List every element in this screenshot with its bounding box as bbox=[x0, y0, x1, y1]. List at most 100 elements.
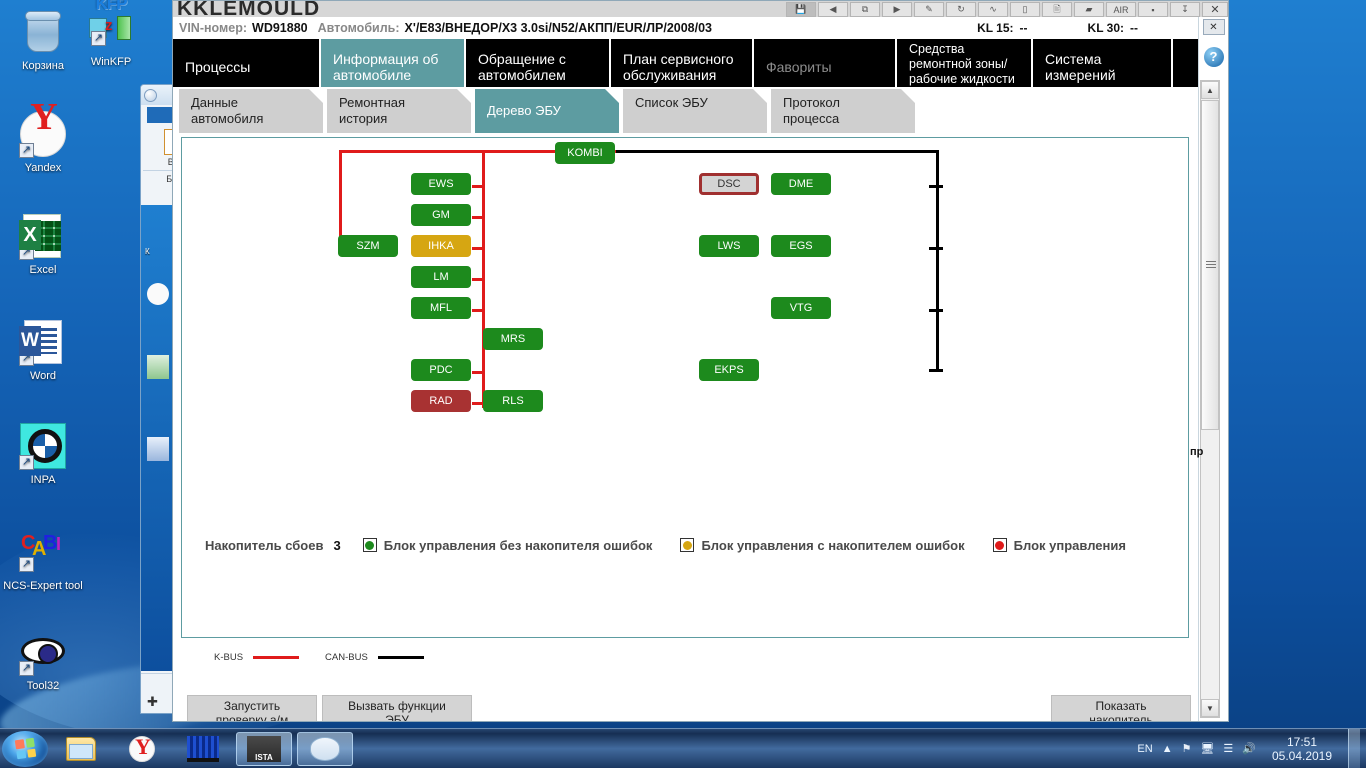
toolbar-battery-icon[interactable]: ▰ bbox=[1074, 2, 1104, 17]
canbus-stub-vtg bbox=[929, 309, 943, 312]
ecu-node-lm[interactable]: LM bbox=[411, 266, 471, 288]
ista-titlebar[interactable]: KKLEMOULD 💾 ◀ ⧉ ▶ ✎ ↻ ∿ ▯ 🖹 ▰ AIR ▪ ↧ ✕ bbox=[173, 1, 1228, 17]
background-window-text-fragment: пр bbox=[1190, 446, 1204, 458]
subtab-ecu-tree[interactable]: Дерево ЭБУ bbox=[475, 89, 619, 133]
desktop-icon-tool32[interactable]: Tool32 bbox=[0, 628, 86, 692]
toolbar-air-icon[interactable]: AIR bbox=[1106, 2, 1136, 17]
toolbar-save-icon[interactable]: 💾 bbox=[786, 2, 816, 17]
ecu-node-lws[interactable]: LWS bbox=[699, 235, 759, 257]
ecu-node-dme[interactable]: DME bbox=[771, 173, 831, 195]
ecu-node-mfl[interactable]: MFL bbox=[411, 297, 471, 319]
desktop-icon-ncs-expert[interactable]: CABI NCS-Expert tool bbox=[0, 528, 86, 592]
toolbar-dot-icon[interactable]: ▪ bbox=[1138, 2, 1168, 17]
toolbar-back-icon[interactable]: ◀ bbox=[818, 2, 848, 17]
ecu-node-kombi[interactable]: KOMBI bbox=[555, 142, 615, 164]
toolbar-close-icon[interactable]: ✕ bbox=[1202, 2, 1228, 17]
car-value: X'/E83/ВНЕДОР/X3 3.0si/N52/АКПП/EUR/ЛР/2… bbox=[404, 21, 713, 35]
sub-navigation[interactable]: Данные автомобиля Ремонтная история Дере… bbox=[173, 87, 1228, 135]
ecu-node-szm[interactable]: SZM bbox=[338, 235, 398, 257]
tab-service-plan[interactable]: План сервисного обслуживания bbox=[611, 39, 754, 87]
toolbar-download-icon[interactable]: ↧ bbox=[1170, 2, 1200, 17]
toolbar-monitor-icon[interactable]: ▯ bbox=[1010, 2, 1040, 17]
ista-window[interactable]: KKLEMOULD 💾 ◀ ⧉ ▶ ✎ ↻ ∿ ▯ 🖹 ▰ AIR ▪ ↧ ✕ … bbox=[172, 0, 1229, 722]
legend-item-with-fault: Блок управления с накопителем ошибок bbox=[680, 538, 965, 553]
toolbar-edit-pen-icon[interactable]: ✎ bbox=[914, 2, 944, 17]
start-vehicle-test-button[interactable]: Запустить проверку а/м bbox=[187, 695, 317, 721]
taskbar-ista-button[interactable]: ISTA bbox=[236, 731, 292, 766]
chevron-up-icon[interactable]: ▲ bbox=[1162, 743, 1173, 755]
ecu-node-gm[interactable]: GM bbox=[411, 204, 471, 226]
desktop-icon-label: Word bbox=[29, 370, 57, 382]
subtab-process-protocol[interactable]: Протокол процесса bbox=[771, 89, 915, 133]
toolbar-document-icon[interactable]: 🖹 bbox=[1042, 2, 1072, 17]
tab-workshop-equipment[interactable]: Средства ремонтной зоны/ рабочие жидкост… bbox=[897, 39, 1033, 87]
ista-toolbar[interactable]: 💾 ◀ ⧉ ▶ ✎ ↻ ∿ ▯ 🖹 ▰ AIR ▪ ↧ ✕ bbox=[786, 1, 1228, 17]
tab-processes[interactable]: Процессы bbox=[173, 39, 321, 87]
toolbar-copy-icon[interactable]: ⧉ bbox=[850, 2, 880, 17]
subtab-vehicle-data[interactable]: Данные автомобиля bbox=[179, 89, 323, 133]
ecu-node-egs[interactable]: EGS bbox=[771, 235, 831, 257]
ecu-node-rad[interactable]: RAD bbox=[411, 390, 471, 412]
toolbar-refresh-icon[interactable]: ↻ bbox=[946, 2, 976, 17]
taskbar-bars-app-button[interactable] bbox=[175, 732, 231, 766]
taskbar-paint-button[interactable] bbox=[297, 731, 353, 766]
subtab-ecu-list[interactable]: Список ЭБУ bbox=[623, 89, 767, 133]
kbus-stub-ews bbox=[472, 185, 485, 188]
ecu-node-pdc[interactable]: PDC bbox=[411, 359, 471, 381]
kl15-label: KL 15: bbox=[977, 21, 1014, 35]
toolbar-signal-icon[interactable]: ∿ bbox=[978, 2, 1008, 17]
tab-favorites[interactable]: Фавориты bbox=[754, 39, 897, 87]
help-question-icon[interactable]: ? bbox=[1203, 47, 1224, 67]
show-fault-memory-button[interactable]: Показать накопитель bbox=[1051, 695, 1191, 721]
status-legend: Накопитель сбоев 3 Блок управления без н… bbox=[205, 535, 1228, 555]
call-ecu-functions-button[interactable]: Вызвать функции ЭБУ bbox=[322, 695, 472, 721]
taskbar-clock[interactable]: 17:51 05.04.2019 bbox=[1265, 735, 1339, 763]
kbus-stub-ihka bbox=[472, 247, 485, 250]
system-tray[interactable]: EN ▲ ⚑ 🖥 ☰ 🔊 17:51 05.04.2019 bbox=[1137, 728, 1366, 768]
desktop-icon-inpa[interactable]: INPA bbox=[0, 422, 86, 486]
legend-label-error: Блок управления bbox=[1013, 537, 1126, 553]
window-vertical-scrollbar[interactable]: ▲ ▼ bbox=[1200, 80, 1220, 718]
volume-icon[interactable]: 🔊 bbox=[1242, 742, 1256, 755]
taskbar-yandex-button[interactable] bbox=[114, 732, 170, 766]
taskbar-explorer-button[interactable] bbox=[53, 732, 109, 766]
scroll-down-arrow-icon[interactable]: ▼ bbox=[1201, 699, 1219, 717]
tool32-eye-icon bbox=[19, 628, 67, 676]
flag-error-icon[interactable]: ⚑ bbox=[1182, 742, 1192, 755]
desktop-icon-excel[interactable]: X Excel bbox=[0, 212, 86, 276]
language-indicator[interactable]: EN bbox=[1137, 743, 1152, 755]
ecu-node-dsc[interactable]: DSC bbox=[699, 173, 759, 195]
windows-start-orb-icon[interactable] bbox=[2, 730, 48, 767]
desktop-icon-winkfp[interactable]: KFPz WinKFP bbox=[68, 0, 154, 68]
subtab-repair-history[interactable]: Ремонтная история bbox=[327, 89, 471, 133]
scroll-up-arrow-icon[interactable]: ▲ bbox=[1201, 81, 1219, 99]
ecu-node-mrs[interactable]: MRS bbox=[483, 328, 543, 350]
volume-bars-icon[interactable]: ☰ bbox=[1223, 742, 1233, 755]
taskbar[interactable]: ISTA EN ▲ ⚑ 🖥 ☰ 🔊 17:51 05.04.2019 bbox=[0, 728, 1366, 768]
network-icon[interactable]: 🖥 bbox=[1200, 742, 1214, 755]
desktop-icon-word[interactable]: W Word bbox=[0, 318, 86, 382]
desktop-icon-yandex[interactable]: Yandex bbox=[0, 110, 86, 174]
scrollbar-thumb[interactable] bbox=[1201, 100, 1219, 430]
blue-bars-app-icon bbox=[187, 735, 219, 762]
yandex-browser-icon bbox=[19, 110, 67, 158]
inpa-bmw-icon bbox=[19, 422, 67, 470]
ecu-tree-canvas[interactable]: KOMBI SZM EWS GM IHKA LM MFL MRS PDC RAD… bbox=[181, 137, 1189, 663]
legend-swatch-amber bbox=[680, 538, 695, 552]
main-navigation[interactable]: Процессы Информация об автомобиле Обраще… bbox=[173, 39, 1228, 87]
tab-vehicle-handling[interactable]: Обращение с автомобилем bbox=[466, 39, 611, 87]
ecu-node-ews[interactable]: EWS bbox=[411, 173, 471, 195]
ecu-node-ihka[interactable]: IHKA bbox=[411, 235, 471, 257]
paint-app-icon bbox=[310, 736, 340, 761]
tab-vehicle-info[interactable]: Информация об автомобиле bbox=[321, 39, 466, 87]
paint-move-icon: ✚ bbox=[147, 694, 158, 709]
tab-measurement-system[interactable]: Система измерений bbox=[1033, 39, 1173, 87]
ecu-node-vtg[interactable]: VTG bbox=[771, 297, 831, 319]
toolbar-forward-icon[interactable]: ▶ bbox=[882, 2, 912, 17]
kbus-stub-mfl bbox=[472, 309, 485, 312]
ecu-node-rls[interactable]: RLS bbox=[483, 390, 543, 412]
canbus-edge-top bbox=[616, 150, 939, 153]
show-desktop-button[interactable] bbox=[1348, 728, 1360, 768]
ecu-node-ekps[interactable]: EKPS bbox=[699, 359, 759, 381]
close-icon[interactable]: ✕ bbox=[1202, 19, 1225, 35]
